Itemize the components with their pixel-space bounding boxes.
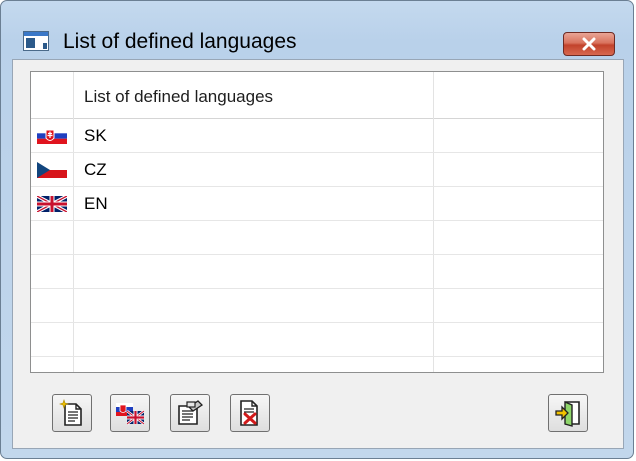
czech-flag-icon [37,162,67,178]
slovak-flag-icon [37,128,67,144]
delete-button[interactable] [230,394,270,432]
edit-button[interactable] [170,394,210,432]
table-row[interactable]: SK [31,119,603,153]
delete-document-icon [240,400,258,426]
language-code: EN [84,194,108,213]
title-bar[interactable]: List of defined languages [1,1,633,59]
language-code: SK [84,126,107,145]
app-window-icon [23,31,49,51]
exit-door-icon [555,400,580,427]
exit-button[interactable] [548,394,588,432]
languages-grid[interactable]: List of defined languages SK CZ EN [30,71,604,373]
language-flags-icon [116,403,145,425]
new-language-button[interactable] [52,394,92,432]
grid-header: List of defined languages [31,72,603,119]
table-row[interactable]: CZ [31,153,603,187]
uk-flag-icon [37,196,67,212]
dialog-client-area: List of defined languages SK CZ EN [12,59,624,449]
window-title: List of defined languages [63,30,297,53]
edit-properties-icon [178,400,204,425]
column-header-languages[interactable]: List of defined languages [84,87,273,107]
empty-row [31,255,603,289]
language-code: CZ [84,160,107,179]
dialog-window: List of defined languages List of define… [0,0,634,459]
close-button[interactable] [563,32,615,56]
languages-button[interactable] [110,394,150,432]
empty-row [31,323,603,357]
new-document-icon [59,399,82,426]
table-row[interactable]: EN [31,187,603,221]
empty-row [31,289,603,323]
empty-row [31,221,603,255]
close-icon [582,37,596,51]
